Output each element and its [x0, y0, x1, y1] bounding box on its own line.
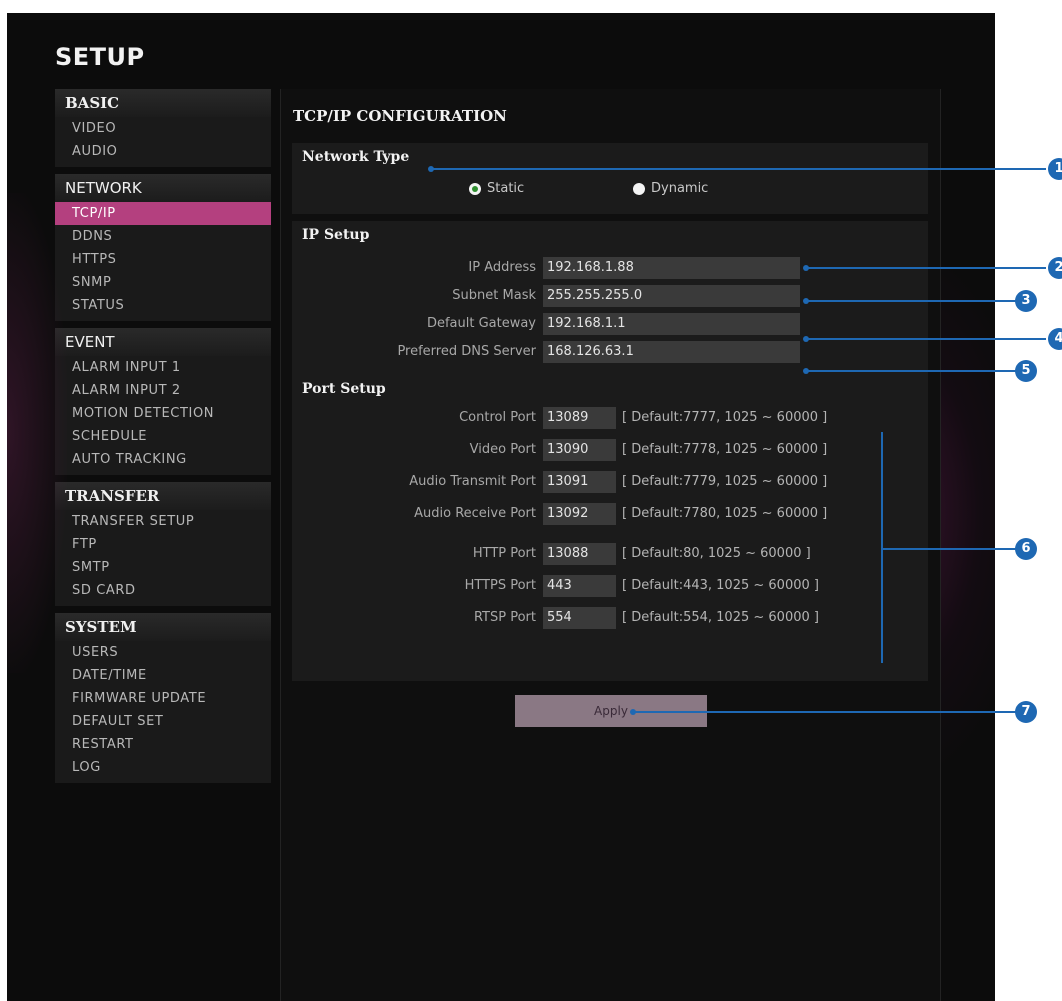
sidebar-group-title[interactable]: TRANSFER: [55, 482, 271, 510]
subnet-mask-field[interactable]: [543, 285, 800, 307]
sidebar-item-status[interactable]: STATUS: [55, 294, 271, 317]
radio-checked-icon: [469, 182, 481, 195]
https-port-field[interactable]: [543, 575, 616, 597]
network-type-section: Network Type Static Dynamic: [292, 143, 928, 214]
sidebar-item-https[interactable]: HTTPS: [55, 248, 271, 271]
dynamic-radio-label: Dynamic: [651, 181, 709, 196]
ip-setup-title: IP Setup: [302, 227, 370, 243]
apply-button[interactable]: Apply: [515, 695, 707, 727]
ip-address-label: IP Address: [468, 260, 536, 275]
https-port-row: HTTPS Port [ Default:443, 1025 ~ 60000 ]: [292, 575, 928, 597]
audio-receive-port-field[interactable]: [543, 503, 616, 525]
http-port-hint: [ Default:80, 1025 ~ 60000 ]: [622, 546, 811, 561]
sidebar-item-ftp[interactable]: FTP: [55, 533, 271, 556]
rtsp-port-field[interactable]: [543, 607, 616, 629]
sidebar-group-title[interactable]: EVENT: [55, 328, 271, 356]
dns-server-field[interactable]: [543, 341, 800, 363]
control-port-hint: [ Default:7777, 1025 ~ 60000 ]: [622, 410, 828, 425]
sidebar-item-date-time[interactable]: DATE/TIME: [55, 664, 271, 687]
audio-transmit-port-hint: [ Default:7779, 1025 ~ 60000 ]: [622, 474, 828, 489]
http-port-label: HTTP Port: [472, 546, 536, 561]
sidebar-item-audio[interactable]: AUDIO: [55, 140, 271, 163]
sidebar-item-default-set[interactable]: DEFAULT SET: [55, 710, 271, 733]
static-radio-label: Static: [487, 181, 525, 196]
https-port-hint: [ Default:443, 1025 ~ 60000 ]: [622, 578, 819, 593]
page-title: SETUP: [55, 43, 145, 71]
http-port-field[interactable]: [543, 543, 616, 565]
subnet-mask-label: Subnet Mask: [452, 288, 536, 303]
sidebar-group-title[interactable]: SYSTEM: [55, 613, 271, 641]
control-port-row: Control Port [ Default:7777, 1025 ~ 6000…: [292, 407, 928, 429]
ip-address-field[interactable]: [543, 257, 800, 279]
sidebar-item-alarm-input-1[interactable]: ALARM INPUT 1: [55, 356, 271, 379]
control-port-label: Control Port: [459, 410, 536, 425]
callout-badge-4: 4: [1048, 328, 1062, 350]
sidebar-group-network: NETWORK TCP/IP DDNS HTTPS SNMP STATUS: [55, 174, 271, 321]
sidebar-item-sd-card[interactable]: SD CARD: [55, 579, 271, 602]
sidebar-item-auto-tracking[interactable]: AUTO TRACKING: [55, 448, 271, 471]
sidebar-item-video[interactable]: VIDEO: [55, 117, 271, 140]
sidebar-group-basic: BASIC VIDEO AUDIO: [55, 89, 271, 167]
sidebar-group-title[interactable]: BASIC: [55, 89, 271, 117]
main-panel: TCP/IP CONFIGURATION Network Type Static…: [280, 89, 941, 1001]
sidebar-group-system: SYSTEM USERS DATE/TIME FIRMWARE UPDATE D…: [55, 613, 271, 783]
default-gateway-row: Default Gateway: [292, 313, 928, 335]
http-port-row: HTTP Port [ Default:80, 1025 ~ 60000 ]: [292, 543, 928, 565]
audio-receive-port-label: Audio Receive Port: [414, 506, 536, 521]
callout-badge-6: 6: [1015, 538, 1037, 560]
sidebar-item-motion-detection[interactable]: MOTION DETECTION: [55, 402, 271, 425]
network-type-title: Network Type: [302, 149, 410, 165]
subnet-mask-row: Subnet Mask: [292, 285, 928, 307]
control-port-field[interactable]: [543, 407, 616, 429]
callout-badge-3: 3: [1015, 290, 1037, 312]
sidebar-item-users[interactable]: USERS: [55, 641, 271, 664]
radio-unchecked-icon: [633, 182, 645, 195]
sidebar-item-log[interactable]: LOG: [55, 756, 271, 779]
video-port-row: Video Port [ Default:7778, 1025 ~ 60000 …: [292, 439, 928, 461]
audio-receive-port-row: Audio Receive Port [ Default:7780, 1025 …: [292, 503, 928, 525]
sidebar-item-firmware-update[interactable]: FIRMWARE UPDATE: [55, 687, 271, 710]
callout-badge-1: 1: [1048, 158, 1062, 180]
audio-receive-port-hint: [ Default:7780, 1025 ~ 60000 ]: [622, 506, 828, 521]
sidebar-item-transfer-setup[interactable]: TRANSFER SETUP: [55, 510, 271, 533]
callout-badge-2: 2: [1048, 257, 1062, 279]
sidebar-item-schedule[interactable]: SCHEDULE: [55, 425, 271, 448]
audio-transmit-port-label: Audio Transmit Port: [409, 474, 536, 489]
https-port-label: HTTPS Port: [464, 578, 536, 593]
video-port-field[interactable]: [543, 439, 616, 461]
audio-transmit-port-field[interactable]: [543, 471, 616, 493]
callout-badge-7: 7: [1015, 701, 1037, 723]
sidebar-group-title[interactable]: NETWORK: [55, 174, 271, 202]
audio-transmit-port-row: Audio Transmit Port [ Default:7779, 1025…: [292, 471, 928, 493]
sidebar-item-restart[interactable]: RESTART: [55, 733, 271, 756]
sidebar-item-snmp[interactable]: SNMP: [55, 271, 271, 294]
callout-badge-5: 5: [1015, 360, 1037, 382]
ip-address-row: IP Address: [292, 257, 928, 279]
sidebar-item-alarm-input-2[interactable]: ALARM INPUT 2: [55, 379, 271, 402]
default-gateway-label: Default Gateway: [426, 316, 536, 331]
sidebar-group-transfer: TRANSFER TRANSFER SETUP FTP SMTP SD CARD: [55, 482, 271, 606]
ip-setup-section: IP Setup IP Address Subnet Mask Default …: [292, 221, 928, 681]
default-gateway-field[interactable]: [543, 313, 800, 335]
rtsp-port-hint: [ Default:554, 1025 ~ 60000 ]: [622, 610, 819, 625]
video-port-label: Video Port: [469, 442, 536, 457]
static-radio[interactable]: Static: [469, 181, 524, 196]
sidebar-group-event: EVENT ALARM INPUT 1 ALARM INPUT 2 MOTION…: [55, 328, 271, 475]
sidebar: BASIC VIDEO AUDIO NETWORK TCP/IP DDNS HT…: [55, 89, 271, 790]
section-heading: TCP/IP CONFIGURATION: [293, 107, 507, 125]
rtsp-port-label: RTSP Port: [473, 610, 536, 625]
sidebar-item-ddns[interactable]: DDNS: [55, 225, 271, 248]
setup-screen: SETUP BASIC VIDEO AUDIO NETWORK TCP/IP D…: [7, 13, 995, 1001]
sidebar-item-smtp[interactable]: SMTP: [55, 556, 271, 579]
dns-server-label: Preferred DNS Server: [397, 344, 536, 359]
rtsp-port-row: RTSP Port [ Default:554, 1025 ~ 60000 ]: [292, 607, 928, 629]
sidebar-item-tcpip[interactable]: TCP/IP: [55, 202, 271, 225]
dynamic-radio[interactable]: Dynamic: [633, 181, 708, 196]
dns-server-row: Preferred DNS Server: [292, 341, 928, 363]
video-port-hint: [ Default:7778, 1025 ~ 60000 ]: [622, 442, 828, 457]
port-setup-title: Port Setup: [302, 381, 386, 397]
